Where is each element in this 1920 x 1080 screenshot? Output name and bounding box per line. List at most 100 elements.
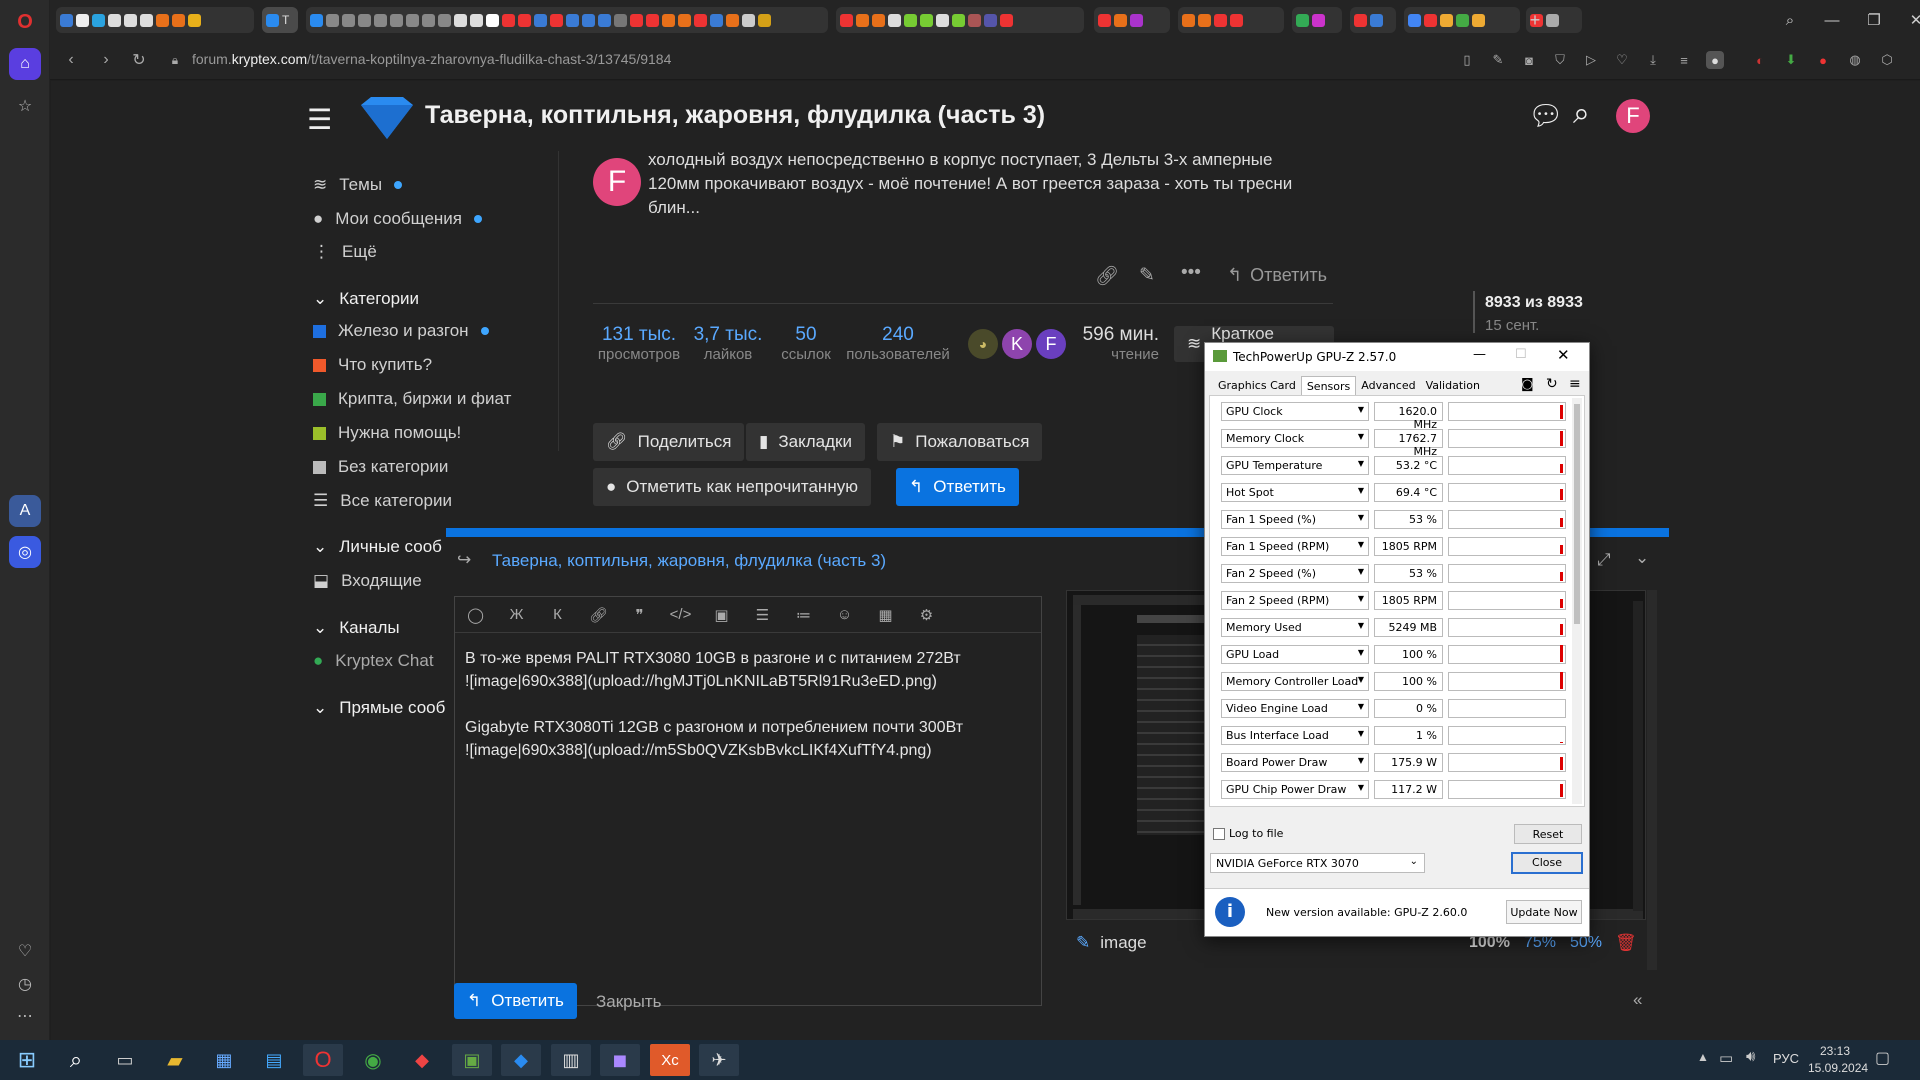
language-indicator[interactable]: РУС	[1773, 1051, 1799, 1066]
participant-avatar[interactable]: ◕	[968, 329, 998, 359]
categories-header[interactable]: ⌄ Категории	[313, 289, 419, 309]
reader-icon[interactable]: ▯	[1458, 51, 1476, 69]
sensor-name-dropdown[interactable]: Fan 1 Speed (RPM) ▼	[1221, 537, 1369, 556]
task-view-icon[interactable]: ▭	[105, 1044, 145, 1076]
back-button[interactable]: ‹	[60, 50, 82, 70]
menu-icon[interactable]: ≡	[1675, 51, 1693, 69]
volume-icon[interactable]: 🔊︎	[1746, 1048, 1755, 1065]
post-avatar[interactable]: F	[593, 158, 641, 206]
gpuz-taskbar-icon[interactable]: ▣	[452, 1044, 492, 1076]
tab-group-4[interactable]	[1094, 7, 1170, 33]
start-button[interactable]: ⊞	[5, 1044, 49, 1076]
log-checkbox[interactable]	[1213, 827, 1225, 840]
app-icon[interactable]: ▥	[551, 1044, 591, 1076]
app-icon[interactable]: ◼	[600, 1044, 640, 1076]
numbered-list-icon[interactable]: ≔	[783, 606, 824, 624]
more-options-icon[interactable]: •••	[1181, 262, 1201, 284]
tab-sensors[interactable]: Sensors	[1300, 376, 1357, 396]
url-field[interactable]: forum.kryptex.com/t/taverna-koptilnya-zh…	[192, 51, 671, 67]
extensions-icon[interactable]: ⬡	[1878, 51, 1896, 69]
chat-icon[interactable]: 💬︎	[1528, 99, 1564, 132]
camera-icon[interactable]: ◙	[1520, 51, 1538, 69]
heart-icon[interactable]: ♡	[9, 935, 41, 967]
kryptex-taskbar-icon[interactable]: ◆	[501, 1044, 541, 1076]
sensor-name-dropdown[interactable]: Bus Interface Load ▼	[1221, 726, 1369, 745]
sensor-name-dropdown[interactable]: Memory Controller Load ▼	[1221, 672, 1369, 691]
sidebar-item-chat[interactable]: ● Kryptex Chat	[313, 651, 434, 671]
sensor-name-dropdown[interactable]: GPU Temperature ▼	[1221, 456, 1369, 475]
composer-textarea[interactable]: В то-же время PALIT RTX3080 10GB в разго…	[465, 647, 1035, 762]
sensor-name-dropdown[interactable]: Fan 2 Speed (%) ▼	[1221, 564, 1369, 583]
app-icon[interactable]: Xc	[650, 1044, 690, 1076]
participant-avatar[interactable]: K	[1002, 329, 1032, 359]
submit-reply-button[interactable]: ↰ Ответить	[454, 983, 577, 1019]
sensor-name-dropdown[interactable]: GPU Load ▼	[1221, 645, 1369, 664]
sensor-name-dropdown[interactable]: Board Power Draw ▼	[1221, 753, 1369, 772]
tab-advanced[interactable]: Advanced	[1356, 376, 1420, 396]
notifications-icon[interactable]: ▢	[1875, 1048, 1890, 1068]
scrollbar[interactable]	[1572, 398, 1582, 804]
close-window-button[interactable]: ✕	[1901, 6, 1920, 34]
heart-icon[interactable]: ♡	[1613, 51, 1631, 69]
tab-group-5[interactable]	[1178, 7, 1284, 33]
sidebar-item-more[interactable]: ⋮ Ещё	[313, 242, 377, 262]
composer-editor[interactable]: ◯ Ж К 🔗︎ ❞ </> ▣ ☰ ≔ ☺ ▦ ⚙ В то-же время…	[454, 596, 1042, 1006]
tab-group-1[interactable]	[56, 7, 254, 33]
vpn-icon[interactable]: ◍	[1846, 51, 1864, 69]
mark-unread-button[interactable]: ● Отметить как непрочитанную	[593, 468, 871, 506]
code-icon[interactable]: </>	[660, 606, 701, 623]
expand-icon[interactable]: ⤢	[1597, 550, 1611, 570]
sidebar-item-category[interactable]: Нужна помощь!	[313, 423, 461, 443]
quote-icon[interactable]: ❞	[619, 606, 660, 624]
stat-likes[interactable]: 3,7 тыс. лайков	[688, 324, 768, 363]
history-icon[interactable]: ◷	[9, 968, 41, 1000]
link-icon[interactable]: 🔗︎	[1095, 264, 1119, 288]
participant-avatar[interactable]: F	[1036, 329, 1066, 359]
image-caption[interactable]: ✎ image	[1076, 933, 1147, 953]
log-to-file[interactable]: Log to file	[1213, 827, 1283, 840]
italic-icon[interactable]: К	[537, 606, 578, 623]
bullet-list-icon[interactable]: ☰	[742, 606, 783, 624]
extension-icon[interactable]: ◐	[1751, 51, 1769, 69]
preview-scrollbar[interactable]	[1647, 590, 1657, 970]
reset-button[interactable]: Reset	[1514, 824, 1582, 844]
maximize-button[interactable]: ☐	[1515, 347, 1527, 362]
sidebar-item-topics[interactable]: ≋ Темы	[313, 175, 403, 195]
network-icon[interactable]: ▭	[1719, 1049, 1733, 1067]
sidebar-item-category[interactable]: Крипта, биржи и фиат	[313, 389, 511, 409]
calendar-icon[interactable]: ▦	[865, 606, 906, 624]
sidebar-item-category[interactable]: Без категории	[313, 457, 448, 477]
extension-badge-icon[interactable]: ●	[1814, 51, 1832, 69]
search-icon[interactable]: ⌕	[56, 1044, 96, 1076]
personal-messages-header[interactable]: ⌄ Личные сооб	[313, 537, 442, 557]
sidebar-item-my-posts[interactable]: ● Мои сообщения	[313, 209, 482, 229]
close-composer-button[interactable]: Закрыть	[596, 992, 661, 1012]
timeline-bar[interactable]	[1473, 291, 1475, 333]
sensor-name-dropdown[interactable]: Video Engine Load ▼	[1221, 699, 1369, 718]
pencil-icon[interactable]: ✎	[1076, 933, 1090, 953]
minimize-button[interactable]: —	[1473, 347, 1486, 362]
forward-button[interactable]: ›	[95, 50, 117, 70]
camera-icon[interactable]: ◙	[1521, 377, 1534, 392]
home-icon[interactable]: ⌂	[9, 48, 41, 80]
reload-icon[interactable]: ↻	[128, 50, 150, 70]
gpuz-titlebar[interactable]: TechPowerUp GPU-Z 2.57.0 — ☐ ✕	[1205, 343, 1589, 371]
opera-icon[interactable]: O	[303, 1044, 343, 1076]
tab-validation[interactable]: Validation	[1421, 376, 1485, 396]
post-reply-button[interactable]: ↰ Ответить	[1227, 265, 1327, 286]
direct-messages-header[interactable]: ⌄ Прямые сооб	[313, 698, 445, 718]
bold-icon[interactable]: Ж	[496, 606, 537, 623]
play-icon[interactable]: ▷	[1582, 51, 1600, 69]
close-window-button[interactable]: ✕	[1557, 346, 1570, 364]
bookmark-button[interactable]: ▮ Закладки	[746, 423, 865, 461]
profile-icon[interactable]: ●	[1706, 51, 1724, 69]
extension-download-icon[interactable]: ⬇	[1782, 51, 1800, 69]
search-icon[interactable]: ⌕	[1573, 97, 1590, 131]
hamburger-menu-icon[interactable]: ☰	[307, 103, 332, 136]
reply-button[interactable]: ↰ Ответить	[896, 468, 1019, 506]
active-tab[interactable]: T	[262, 7, 298, 33]
sensor-name-dropdown[interactable]: Memory Used ▼	[1221, 618, 1369, 637]
opera-logo-icon[interactable]: O	[9, 6, 41, 38]
tab-graphics-card[interactable]: Graphics Card	[1213, 376, 1301, 396]
shield-icon[interactable]: ⛉	[1551, 51, 1569, 69]
